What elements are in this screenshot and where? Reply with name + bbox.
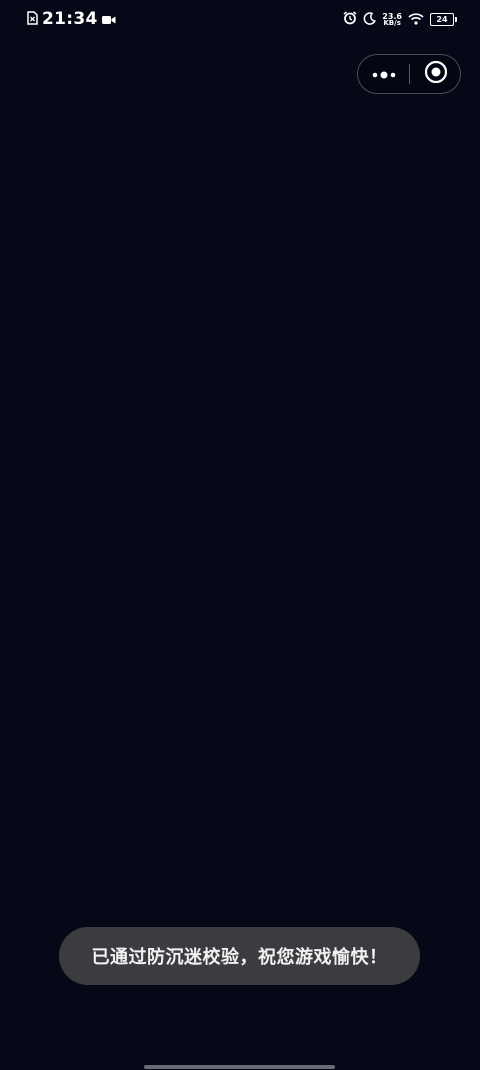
target-circle-icon xyxy=(424,60,448,88)
battery-icon: 24 xyxy=(430,13,457,26)
game-screen[interactable]: 21:34 23.6 KB/s 24 已通过防沉迷校验，祝您游戏愉快！ xyxy=(0,0,480,1070)
mini-program-capsule xyxy=(357,54,461,94)
more-button[interactable] xyxy=(358,55,410,93)
alarm-icon xyxy=(343,10,357,29)
more-dots-icon xyxy=(371,65,397,84)
network-speed: 23.6 KB/s xyxy=(382,12,402,27)
status-right: 23.6 KB/s 24 xyxy=(343,10,457,29)
battery-level: 24 xyxy=(436,15,448,24)
video-camera-icon xyxy=(101,10,116,29)
status-time: 21:34 xyxy=(42,9,98,29)
home-indicator[interactable] xyxy=(144,1065,335,1069)
status-bar: 21:34 23.6 KB/s 24 xyxy=(0,0,480,36)
close-button[interactable] xyxy=(410,55,462,93)
moon-icon xyxy=(363,10,377,29)
network-speed-unit: KB/s xyxy=(383,18,401,27)
status-left: 21:34 xyxy=(26,9,116,29)
toast-message: 已通过防沉迷校验，祝您游戏愉快！ xyxy=(91,947,388,968)
wifi-icon xyxy=(408,10,424,29)
sim-card-icon xyxy=(26,10,38,29)
toast: 已通过防沉迷校验，祝您游戏愉快！ xyxy=(59,927,420,985)
